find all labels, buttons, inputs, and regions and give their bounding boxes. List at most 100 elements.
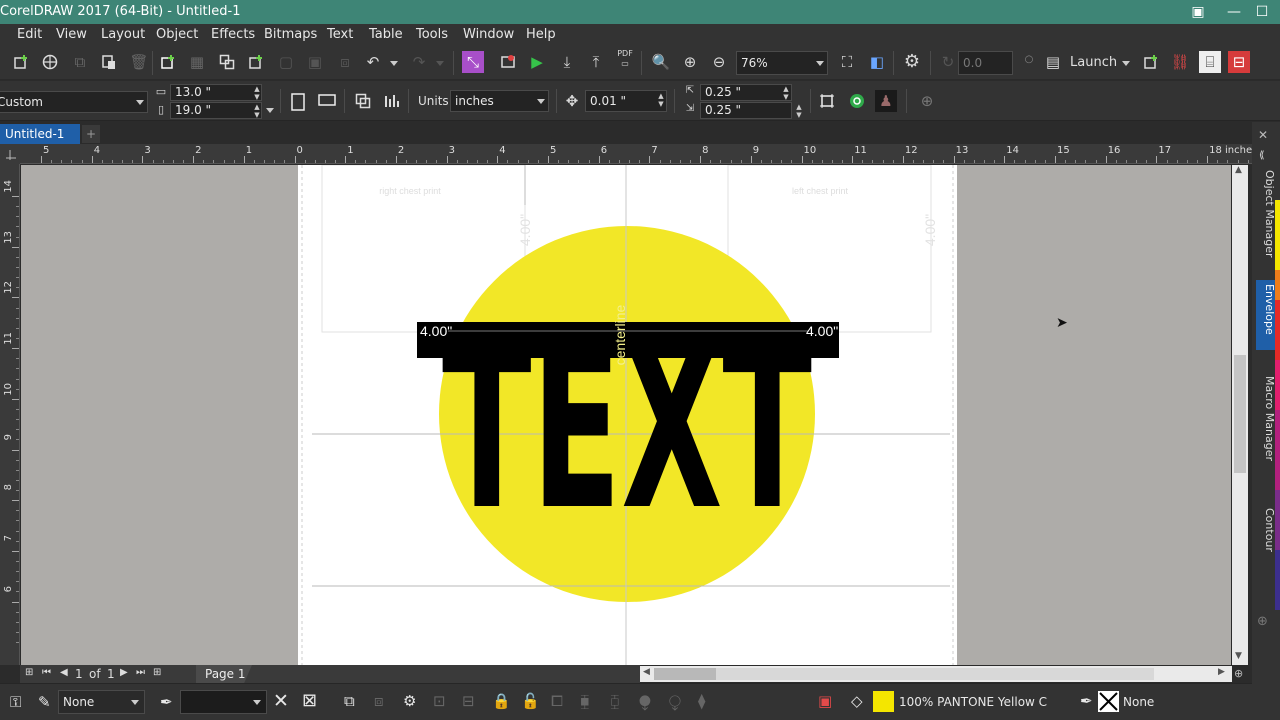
next-page-icon[interactable]: ▶: [120, 667, 128, 678]
scroll-left-arrow-icon[interactable]: ◀: [643, 667, 650, 677]
disabled-tool-icon[interactable]: ▢: [275, 51, 297, 73]
new-page-icon[interactable]: [245, 51, 267, 73]
duplicate-y-spinner[interactable]: ▲ ▼: [794, 103, 804, 119]
paste-icon[interactable]: [98, 51, 120, 73]
zoom-dropdown-arrow[interactable]: [816, 61, 824, 66]
new-tab-button[interactable]: +: [82, 125, 100, 143]
menu-bitmaps[interactable]: Bitmaps: [264, 27, 317, 42]
page-height-spinner[interactable]: ▲ ▼: [252, 103, 262, 119]
undo-icon[interactable]: ↶: [362, 51, 384, 73]
welcome-screen-icon[interactable]: [39, 51, 61, 73]
horizontal-scroll-thumb[interactable]: [654, 668, 716, 680]
maximize-button[interactable]: ☐: [1244, 0, 1280, 24]
add-docker-tab-icon[interactable]: ⊕: [1257, 614, 1268, 629]
docker-tab-contour[interactable]: Contour: [1256, 508, 1276, 578]
redo-dropdown-arrow[interactable]: [436, 61, 444, 66]
redo-icon[interactable]: ↷: [408, 51, 430, 73]
disabled-tool-icon-3[interactable]: ⧈: [334, 51, 356, 73]
disabled-status-icon-1[interactable]: ⊡: [433, 692, 446, 710]
color-proofing-icon[interactable]: ▣: [818, 692, 832, 710]
publish-pdf-icon[interactable]: PDF ▭: [614, 49, 636, 71]
launch-icon[interactable]: ▤: [1042, 51, 1064, 73]
import-icon[interactable]: ⤡: [462, 51, 484, 73]
page-preset-dropdown-arrow[interactable]: [136, 100, 144, 105]
swatch-orange[interactable]: [1275, 270, 1280, 300]
bleed-icon[interactable]: [816, 90, 838, 112]
docker-chevron-icon[interactable]: ⟪: [1259, 150, 1265, 161]
ruler-origin[interactable]: [0, 144, 20, 164]
swatch-pink[interactable]: [1275, 360, 1280, 410]
page-preset-select[interactable]: Custom: [0, 91, 148, 113]
menu-effects[interactable]: Effects: [211, 27, 255, 42]
snap-to-icon[interactable]: [846, 90, 868, 112]
outline-dropdown-arrow[interactable]: [253, 700, 261, 705]
swatch-indigo[interactable]: [1275, 550, 1280, 610]
units-select[interactable]: inches: [450, 90, 549, 112]
vertical-scrollbar[interactable]: ▲ ▼: [1232, 165, 1248, 665]
color-palette[interactable]: [1275, 200, 1280, 610]
disabled-status-icon-8[interactable]: ⧫: [698, 692, 705, 710]
menu-table[interactable]: Table: [369, 27, 403, 42]
duplicate-x-spinner[interactable]: ▲ ▼: [781, 85, 791, 101]
disabled-status-icon-4[interactable]: ⧯: [580, 692, 590, 710]
docker-tab-object-manager[interactable]: Object Manager: [1256, 170, 1276, 260]
new-from-template-icon[interactable]: [157, 51, 179, 73]
outline-pen-icon[interactable]: ✒: [160, 693, 173, 711]
disabled-status-icon-3[interactable]: ⧠: [551, 692, 563, 710]
disabled-status-icon-6[interactable]: ⧭: [639, 692, 651, 710]
zoom-icon[interactable]: 🔍: [650, 51, 672, 73]
docker-tab-macro-manager[interactable]: Macro Manager: [1256, 376, 1276, 486]
menu-text[interactable]: Text: [327, 27, 353, 42]
scroll-right-arrow-icon[interactable]: ▶: [1218, 667, 1225, 677]
zoom-to-page-icon[interactable]: ⛶: [836, 51, 858, 73]
menu-tools[interactable]: Tools: [416, 27, 448, 42]
tab-untitled-1[interactable]: Untitled-1: [0, 124, 80, 144]
scanner-icon[interactable]: ⌸: [1199, 51, 1221, 73]
nudge-spinner[interactable]: ▲ ▼: [656, 92, 666, 108]
delete-icon[interactable]: 🗑: [128, 51, 150, 73]
menu-view[interactable]: View: [56, 27, 87, 42]
scroll-up-arrow-icon[interactable]: ▲: [1235, 165, 1242, 175]
corel-connect-icon[interactable]: ⛓: [1169, 51, 1191, 73]
portrait-icon[interactable]: [287, 90, 309, 112]
fill-dropdown-arrow[interactable]: [131, 700, 139, 705]
page-height-field[interactable]: 19.0 ": [170, 102, 262, 119]
upload-icon[interactable]: ⤒: [585, 51, 607, 73]
rotation-field[interactable]: 0.0: [958, 51, 1013, 75]
new-object-icon[interactable]: ⧉: [344, 692, 355, 710]
duplicate-x-field[interactable]: 0.25 ": [700, 84, 792, 101]
page-tab-page-1[interactable]: Page 1: [196, 665, 252, 683]
disabled-status-icon-5[interactable]: ⧮: [610, 692, 620, 710]
unlock-icon[interactable]: 🔓: [521, 692, 540, 710]
units-dropdown-arrow[interactable]: [537, 99, 545, 104]
vertical-ruler[interactable]: 14 13 12 11 10 9 8 7 6: [0, 164, 20, 665]
menu-window[interactable]: Window: [463, 27, 514, 42]
launch-dropdown-arrow[interactable]: [1122, 61, 1130, 66]
menu-layout[interactable]: Layout: [101, 27, 145, 42]
horizontal-scrollbar[interactable]: ◀ ▶: [640, 666, 1232, 682]
docker-tab-envelope[interactable]: Envelope: [1256, 280, 1276, 350]
grid-icon[interactable]: ▦: [186, 51, 208, 73]
play-icon[interactable]: ▶: [526, 51, 548, 73]
current-page-icon[interactable]: [381, 90, 403, 112]
nudge-distance-field[interactable]: 0.01 ": [585, 90, 667, 112]
docker-icon[interactable]: ▣: [1180, 0, 1216, 24]
snap-dot-icon[interactable]: ○: [1018, 49, 1040, 71]
fill-color-swatch[interactable]: [873, 691, 894, 712]
outline-status-pen-icon[interactable]: ✒: [1080, 692, 1093, 710]
full-screen-preview-icon[interactable]: ◧: [866, 51, 888, 73]
download-icon[interactable]: ⤓: [556, 51, 578, 73]
no-outline-icon[interactable]: ⊠: [302, 690, 317, 711]
zoom-level-field[interactable]: 76%: [736, 51, 828, 75]
previous-page-icon[interactable]: ◀: [60, 667, 68, 678]
zoom-in-icon[interactable]: ⊕: [679, 51, 701, 73]
swatch-purple[interactable]: [1275, 490, 1280, 550]
vertical-scroll-thumb[interactable]: [1234, 355, 1246, 473]
combine-icon[interactable]: ⚙: [403, 692, 416, 710]
disabled-status-icon-7[interactable]: ⧬: [669, 692, 681, 710]
last-page-icon[interactable]: ⏭: [136, 667, 145, 678]
zoom-corner-icon[interactable]: ⊕: [1234, 667, 1243, 680]
add-icon[interactable]: ⊕: [916, 90, 938, 112]
horizontal-ruler[interactable]: 543210123456789101112131415161718 inches: [20, 144, 1252, 164]
new-document-icon[interactable]: [10, 51, 32, 73]
